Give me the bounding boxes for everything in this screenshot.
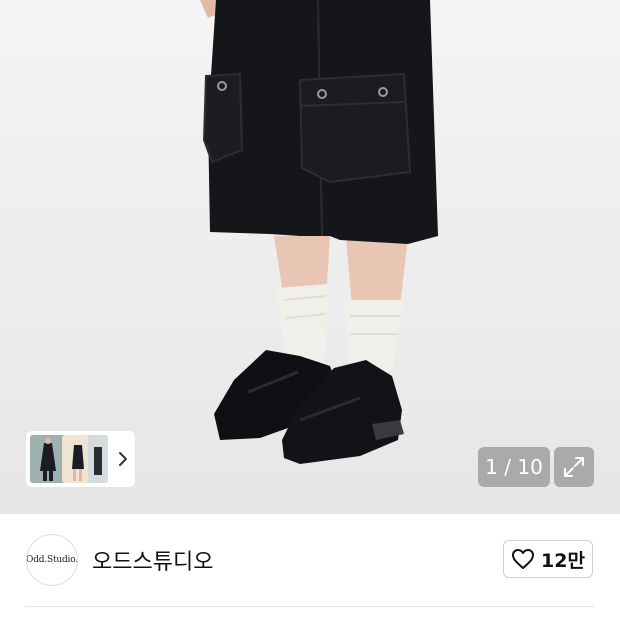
expand-button[interactable] [554, 447, 594, 487]
chevron-right-icon[interactable] [117, 449, 129, 469]
divider [26, 606, 594, 607]
expand-arrows-icon [564, 457, 584, 477]
store-logo[interactable]: Odd.Studio. [26, 534, 78, 586]
product-photo[interactable]: 1 / 10 [0, 0, 620, 514]
store-name[interactable]: 오드스튜디오 [92, 544, 213, 576]
store-row[interactable]: Odd.Studio. 오드스튜디오 12만 [0, 514, 620, 606]
heart-outline-icon [512, 549, 535, 569]
thumbnail-1[interactable] [30, 435, 66, 483]
like-button[interactable]: 12만 [503, 540, 593, 578]
like-count: 12만 [541, 549, 585, 572]
thumbnail-3[interactable] [88, 435, 108, 483]
store-logo-text: Odd.Studio. [26, 555, 78, 565]
thumbnail-strip[interactable] [26, 431, 135, 487]
image-counter: 1 / 10 [478, 447, 550, 487]
